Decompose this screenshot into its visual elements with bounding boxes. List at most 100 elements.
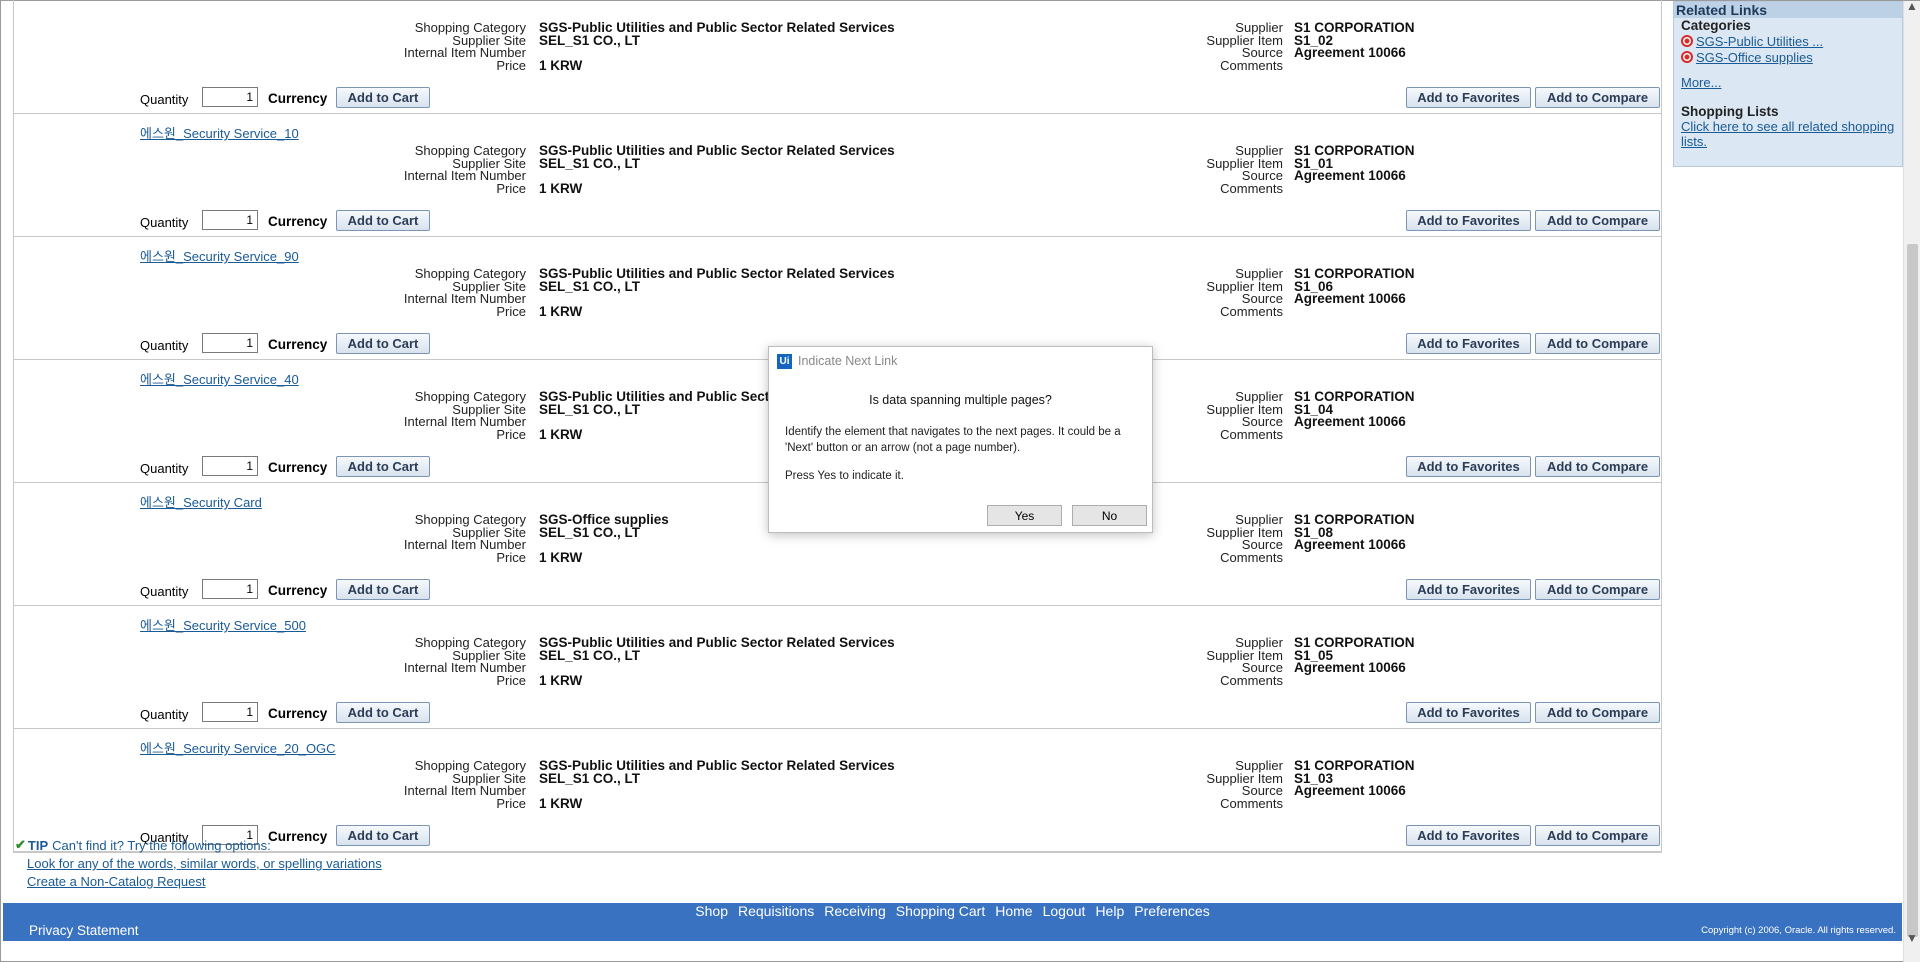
tip-text: Can't find it? Try the following options… bbox=[52, 837, 271, 853]
dialog-heading: Is data spanning multiple pages? bbox=[869, 393, 1052, 407]
add-to-favorites-button[interactable]: Add to Favorites bbox=[1406, 579, 1531, 600]
supplier-site-value: SEL_S1 CO., LT bbox=[539, 648, 641, 663]
privacy-statement-link[interactable]: Privacy Statement bbox=[29, 923, 139, 938]
target-icon bbox=[1681, 51, 1693, 63]
price-value: 1 KRW bbox=[539, 58, 583, 73]
tip-label: TIP bbox=[27, 837, 49, 853]
browser-frame: Shopping Category SGS-Public Utilities an… bbox=[0, 0, 1920, 962]
supplier-site-value: SEL_S1 CO., LT bbox=[539, 525, 641, 540]
supplier-site-value: SEL_S1 CO., LT bbox=[539, 279, 641, 294]
source-value: Agreement 10066 bbox=[1294, 414, 1406, 429]
related-links-panel: Related Links Categories SGS-Public Util… bbox=[1673, 1, 1903, 167]
no-button[interactable]: No bbox=[1072, 505, 1147, 526]
category-link-office-supplies[interactable]: SGS-Office supplies bbox=[1696, 50, 1813, 65]
footer-nav-link[interactable]: Receiving bbox=[824, 903, 885, 919]
add-to-cart-button[interactable]: Add to Cart bbox=[336, 702, 430, 723]
comments-label: Comments bbox=[1220, 550, 1283, 565]
price-label: Price bbox=[496, 796, 526, 811]
catalog-item: 에스원_Security Service_90 Shopping Category… bbox=[14, 237, 1661, 360]
add-to-cart-button[interactable]: Add to Cart bbox=[336, 333, 430, 354]
add-to-compare-button[interactable]: Add to Compare bbox=[1535, 702, 1660, 723]
quantity-label: Quantity bbox=[140, 92, 189, 107]
source-value: Agreement 10066 bbox=[1294, 537, 1406, 552]
scrollbar-thumb[interactable] bbox=[1907, 244, 1918, 937]
scroll-up-arrow-icon[interactable]: ▲ bbox=[1906, 0, 1918, 13]
target-icon bbox=[1681, 35, 1693, 47]
footer-nav-link[interactable]: Home bbox=[995, 903, 1032, 919]
supplier-site-value: SEL_S1 CO., LT bbox=[539, 33, 641, 48]
categories-heading: Categories bbox=[1681, 18, 1751, 33]
category-link-utilities[interactable]: SGS-Public Utilities ... bbox=[1696, 34, 1823, 49]
catalog-item: Shopping Category SGS-Public Utilities an… bbox=[14, 0, 1661, 114]
quantity-label: Quantity bbox=[140, 707, 189, 722]
yes-button[interactable]: Yes bbox=[987, 505, 1062, 526]
add-to-favorites-button[interactable]: Add to Favorites bbox=[1406, 456, 1531, 477]
quantity-input[interactable] bbox=[202, 210, 258, 230]
check-icon: ✔ bbox=[15, 837, 26, 852]
footer-nav-link[interactable]: Shop bbox=[695, 903, 728, 919]
quantity-input[interactable] bbox=[202, 456, 258, 476]
add-to-compare-button[interactable]: Add to Compare bbox=[1535, 579, 1660, 600]
add-to-favorites-button[interactable]: Add to Favorites bbox=[1406, 702, 1531, 723]
price-value: 1 KRW bbox=[539, 796, 583, 811]
add-to-compare-button[interactable]: Add to Compare bbox=[1535, 456, 1660, 477]
add-to-favorites-button[interactable]: Add to Favorites bbox=[1406, 825, 1531, 846]
vertical-scrollbar[interactable]: ▲ ▼ bbox=[1903, 0, 1920, 962]
catalog-item: 에스원_Security Service_20_OGC Shopping Cate… bbox=[14, 729, 1661, 852]
related-links-title: Related Links bbox=[1674, 2, 1902, 18]
comments-label: Comments bbox=[1220, 58, 1283, 73]
item-title-link[interactable]: 에스원_Security Service_20_OGC bbox=[140, 738, 336, 757]
price-value: 1 KRW bbox=[539, 304, 583, 319]
copyright-text: Copyright (c) 2006, Oracle. All rights r… bbox=[1701, 925, 1896, 936]
quantity-label: Quantity bbox=[140, 215, 189, 230]
quantity-input[interactable] bbox=[202, 333, 258, 353]
dialog-title: Indicate Next Link bbox=[798, 354, 898, 368]
dialog-title-bar: Ui Indicate Next Link bbox=[769, 347, 1152, 375]
item-title-link[interactable]: 에스원_Security Service_90 bbox=[140, 246, 299, 265]
price-label: Price bbox=[496, 181, 526, 196]
add-to-cart-button[interactable]: Add to Cart bbox=[336, 210, 430, 231]
footer-nav-link[interactable]: Preferences bbox=[1134, 903, 1209, 919]
add-to-cart-button[interactable]: Add to Cart bbox=[336, 456, 430, 477]
add-to-compare-button[interactable]: Add to Compare bbox=[1535, 87, 1660, 108]
category-link-row[interactable]: SGS-Office supplies bbox=[1674, 49, 1902, 65]
scroll-down-arrow-icon[interactable]: ▼ bbox=[1906, 931, 1918, 945]
item-title-link[interactable]: 에스원_Security Card bbox=[140, 492, 262, 511]
price-label: Price bbox=[496, 427, 526, 442]
spelling-variations-link[interactable]: Look for any of the words, similar words… bbox=[15, 856, 382, 871]
add-to-favorites-button[interactable]: Add to Favorites bbox=[1406, 333, 1531, 354]
source-value: Agreement 10066 bbox=[1294, 660, 1406, 675]
supplier-site-value: SEL_S1 CO., LT bbox=[539, 156, 641, 171]
price-value: 1 KRW bbox=[539, 673, 583, 688]
search-tips: ✔ TIP Can't find it? Try the following o… bbox=[15, 837, 382, 889]
footer-nav-link[interactable]: Shopping Cart bbox=[896, 903, 986, 919]
add-to-favorites-button[interactable]: Add to Favorites bbox=[1406, 87, 1531, 108]
footer-nav: Shop Requisitions Receiving Shopping Cart Ho… bbox=[3, 903, 1902, 919]
comments-label: Comments bbox=[1220, 796, 1283, 811]
price-label: Price bbox=[496, 673, 526, 688]
add-to-compare-button[interactable]: Add to Compare bbox=[1535, 210, 1660, 231]
add-to-cart-button[interactable]: Add to Cart bbox=[336, 87, 430, 108]
add-to-compare-button[interactable]: Add to Compare bbox=[1535, 825, 1660, 846]
page-footer: Shop Requisitions Receiving Shopping Cart Ho… bbox=[3, 903, 1902, 941]
currency-label: Currency bbox=[268, 460, 328, 475]
quantity-input[interactable] bbox=[202, 702, 258, 722]
non-catalog-request-link[interactable]: Create a Non-Catalog Request bbox=[15, 874, 382, 889]
add-to-cart-button[interactable]: Add to Cart bbox=[336, 579, 430, 600]
footer-nav-link[interactable]: Help bbox=[1095, 903, 1124, 919]
quantity-input[interactable] bbox=[202, 579, 258, 599]
shopping-lists-link[interactable]: Click here to see all related shopping l… bbox=[1681, 119, 1894, 149]
add-to-compare-button[interactable]: Add to Compare bbox=[1535, 333, 1660, 354]
category-link-row[interactable]: SGS-Public Utilities ... bbox=[1674, 33, 1902, 49]
item-title-link[interactable]: 에스원_Security Service_10 bbox=[140, 123, 299, 142]
quantity-input[interactable] bbox=[202, 87, 258, 107]
footer-nav-link[interactable]: Logout bbox=[1043, 903, 1086, 919]
more-categories-link[interactable]: More... bbox=[1681, 75, 1721, 90]
comments-label: Comments bbox=[1220, 181, 1283, 196]
item-title-link[interactable]: 에스원_Security Service_500 bbox=[140, 615, 306, 634]
currency-label: Currency bbox=[268, 91, 328, 106]
price-label: Price bbox=[496, 58, 526, 73]
footer-nav-link[interactable]: Requisitions bbox=[738, 903, 814, 919]
add-to-favorites-button[interactable]: Add to Favorites bbox=[1406, 210, 1531, 231]
item-title-link[interactable]: 에스원_Security Service_40 bbox=[140, 369, 299, 388]
